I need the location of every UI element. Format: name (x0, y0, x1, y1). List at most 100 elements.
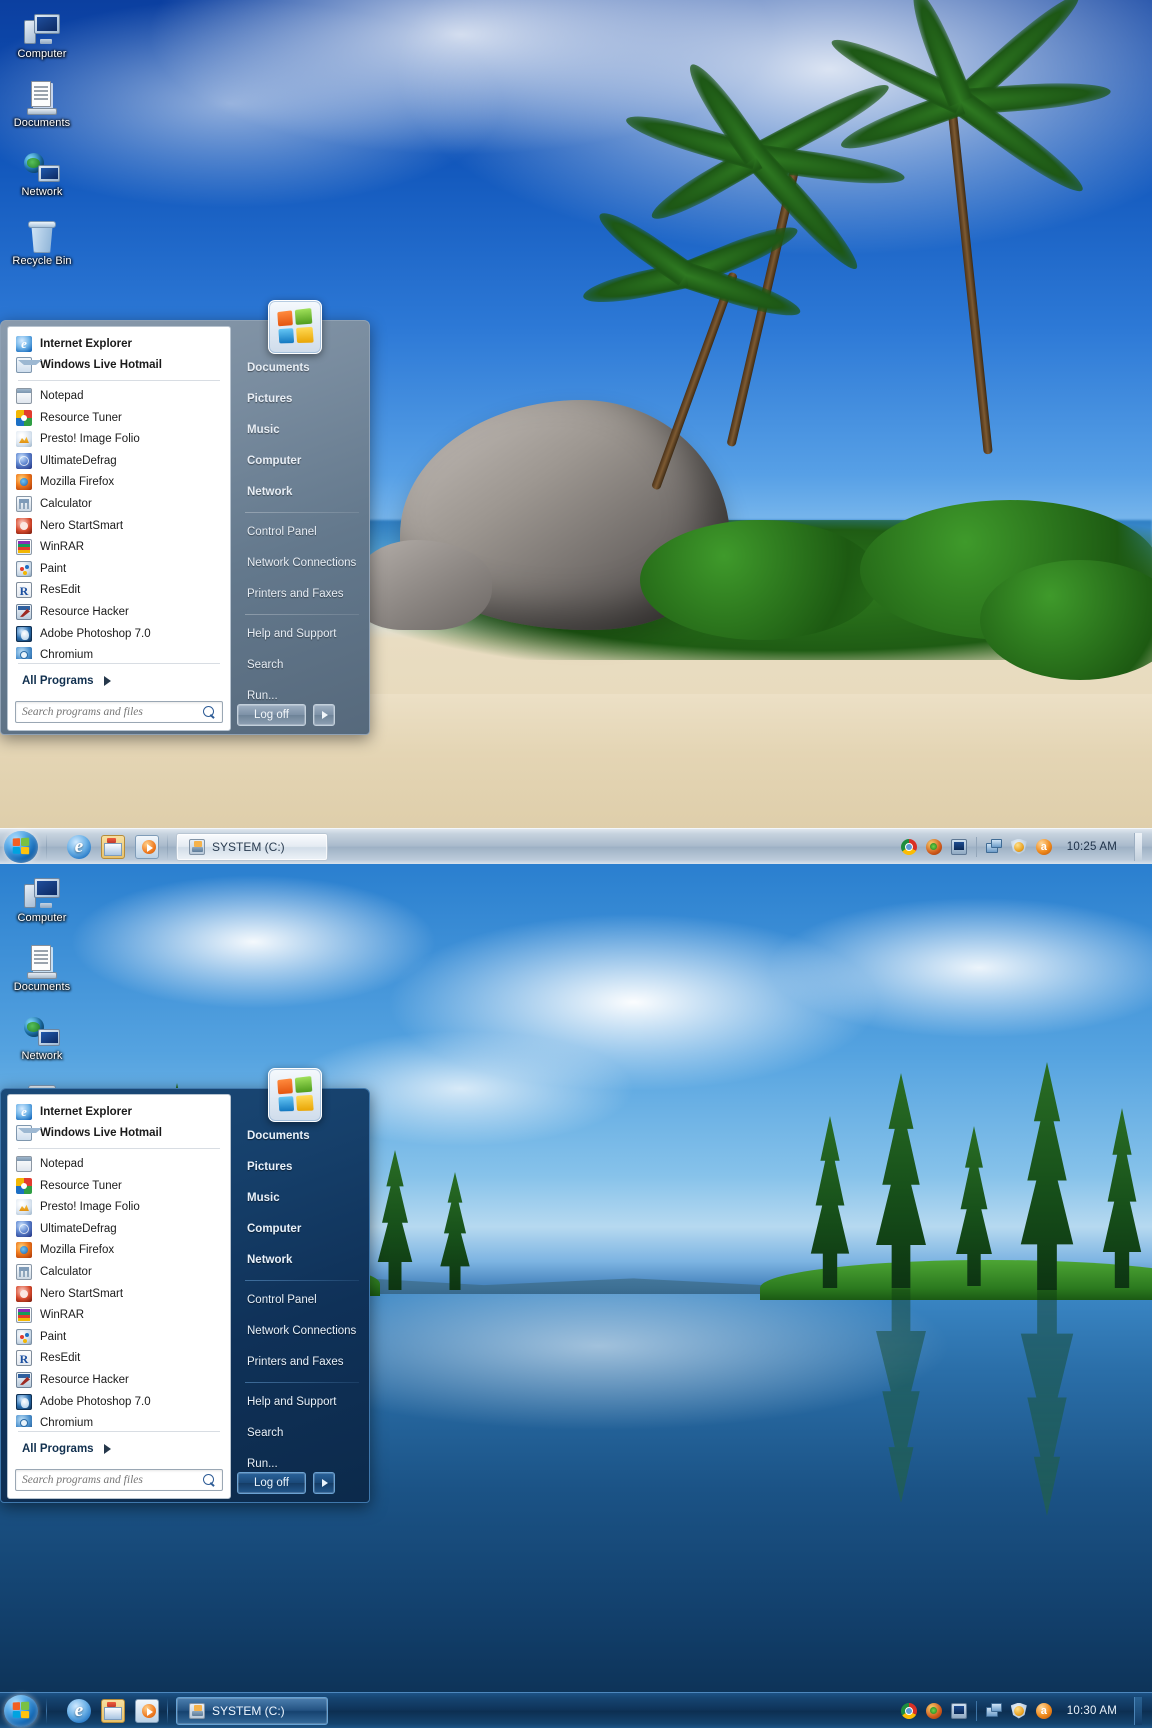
start-item-paint[interactable]: Paint (8, 1326, 230, 1348)
windows-explorer-icon[interactable] (101, 834, 125, 859)
start-item-resource-tuner[interactable]: Resource Tuner (8, 407, 230, 429)
start-item-ultimatedefrag[interactable]: UltimateDefrag (8, 1218, 230, 1240)
start-item-windows-live-hotmail[interactable]: Windows Live Hotmail (8, 1123, 230, 1145)
chrome-tray-icon[interactable] (900, 1702, 917, 1719)
start-item-mozilla-firefox[interactable]: Mozilla Firefox (8, 1240, 230, 1262)
right-link-documents[interactable]: Documents (237, 353, 365, 384)
start-item-mozilla-firefox[interactable]: Mozilla Firefox (8, 472, 230, 494)
show-desktop-button[interactable] (1134, 1696, 1142, 1725)
start-menu-footer: Log off (237, 704, 335, 726)
windows-logo-icon (277, 1075, 315, 1113)
right-link-music[interactable]: Music (237, 1183, 365, 1214)
start-item-winrar[interactable]: WinRAR (8, 536, 230, 558)
start-item-calculator[interactable]: Calculator (8, 1261, 230, 1283)
start-item-calculator[interactable]: Calculator (8, 493, 230, 515)
taskbar-window-button[interactable]: SYSTEM (C:) (176, 832, 328, 861)
start-item-chromium[interactable]: Chromium (8, 644, 230, 659)
log-off-button[interactable]: Log off (237, 1472, 306, 1494)
right-link-network[interactable]: Network (237, 477, 365, 508)
windows-media-player-icon[interactable] (135, 1698, 159, 1723)
start-item-internet-explorer[interactable]: Internet Explorer (8, 1101, 230, 1123)
start-item-resource-hacker[interactable]: Resource Hacker (8, 1369, 230, 1391)
right-link-control-panel[interactable]: Control Panel (237, 1285, 365, 1316)
paint-icon (16, 1328, 32, 1345)
right-link-music[interactable]: Music (237, 415, 365, 446)
start-item-nero-startsmart[interactable]: Nero StartSmart (8, 515, 230, 537)
right-link-network-connections[interactable]: Network Connections (237, 548, 365, 579)
start-item-winrar[interactable]: WinRAR (8, 1304, 230, 1326)
chrome-tray-icon[interactable] (900, 838, 917, 855)
start-item-presto-image-folio[interactable]: Presto! Image Folio (8, 428, 230, 450)
start-item-ultimatedefrag[interactable]: UltimateDefrag (8, 450, 230, 472)
search-input[interactable] (22, 1474, 203, 1487)
colour-tray-icon[interactable] (925, 838, 942, 855)
right-link-control-panel[interactable]: Control Panel (237, 517, 365, 548)
right-link-help-and-support[interactable]: Help and Support (237, 1387, 365, 1418)
desktop-icon-documents[interactable]: Documents (4, 937, 80, 1005)
log-off-button[interactable]: Log off (237, 704, 306, 726)
start-item-nero-startsmart[interactable]: Nero StartSmart (8, 1283, 230, 1305)
taskbar-window-button[interactable]: SYSTEM (C:) (176, 1696, 328, 1725)
start-item-chromium[interactable]: Chromium (8, 1412, 230, 1427)
network-tray-icon[interactable] (985, 838, 1002, 855)
antivirus-tray-icon[interactable] (1035, 1702, 1052, 1719)
start-menu-orb[interactable] (268, 1068, 322, 1122)
right-link-search[interactable]: Search (237, 1418, 365, 1449)
screen-top: Computer Documents Network Recycle Bin e… (0, 0, 1152, 864)
start-item-resource-tuner[interactable]: Resource Tuner (8, 1175, 230, 1197)
security-shield-tray-icon[interactable] (1010, 1702, 1027, 1719)
show-desktop-button[interactable] (1134, 832, 1142, 861)
shutdown-options-button[interactable] (312, 1472, 335, 1494)
right-link-search[interactable]: Search (237, 650, 365, 681)
network-tray-icon[interactable] (985, 1702, 1002, 1719)
start-menu-orb[interactable] (268, 300, 322, 354)
desktop-icon-network[interactable]: Network (4, 1006, 80, 1074)
right-link-help-and-support[interactable]: Help and Support (237, 619, 365, 650)
start-item-windows-live-hotmail[interactable]: Windows Live Hotmail (8, 355, 230, 377)
right-link-network[interactable]: Network (237, 1245, 365, 1276)
all-programs-button[interactable]: All Programs (8, 668, 230, 695)
windows-explorer-icon[interactable] (101, 1698, 125, 1723)
taskbar-clock[interactable]: 10:25 AM (1067, 841, 1117, 853)
start-item-paint[interactable]: Paint (8, 558, 230, 580)
colour-tray-icon[interactable] (925, 1702, 942, 1719)
right-link-printers-and-faxes[interactable]: Printers and Faxes (237, 1347, 365, 1378)
desktop-icon-recycle-bin[interactable]: Recycle Bin (4, 211, 80, 279)
right-link-computer[interactable]: Computer (237, 1214, 365, 1245)
taskbar-clock[interactable]: 10:30 AM (1067, 1705, 1117, 1717)
all-programs-button[interactable]: All Programs (8, 1436, 230, 1463)
start-item-resource-hacker[interactable]: Resource Hacker (8, 601, 230, 623)
documents-icon (4, 937, 80, 979)
start-button-top[interactable] (4, 830, 38, 863)
start-button-bottom[interactable] (4, 1694, 38, 1727)
start-item-adobe-photoshop[interactable]: Adobe Photoshop 7.0 (8, 1391, 230, 1413)
desktop-icon-computer[interactable]: Computer (4, 4, 80, 72)
internet-explorer-icon[interactable] (67, 834, 91, 859)
display-tray-icon[interactable] (950, 1702, 967, 1719)
right-link-printers-and-faxes[interactable]: Printers and Faxes (237, 579, 365, 610)
search-input[interactable] (22, 706, 203, 719)
start-item-notepad[interactable]: Notepad (8, 385, 230, 407)
windows-media-player-icon[interactable] (135, 834, 159, 859)
display-tray-icon[interactable] (950, 838, 967, 855)
start-item-presto-image-folio[interactable]: Presto! Image Folio (8, 1196, 230, 1218)
desktop-icon-computer[interactable]: Computer (4, 868, 80, 936)
right-link-computer[interactable]: Computer (237, 446, 365, 477)
desktop-icon-documents[interactable]: Documents (4, 73, 80, 141)
start-item-resedit[interactable]: ResEdit (8, 1348, 230, 1370)
start-item-resedit[interactable]: ResEdit (8, 580, 230, 602)
start-item-internet-explorer[interactable]: Internet Explorer (8, 333, 230, 355)
antivirus-tray-icon[interactable] (1035, 838, 1052, 855)
shutdown-options-button[interactable] (312, 704, 335, 726)
desktop-icon-network[interactable]: Network (4, 142, 80, 210)
start-item-adobe-photoshop[interactable]: Adobe Photoshop 7.0 (8, 623, 230, 645)
right-link-network-connections[interactable]: Network Connections (237, 1316, 365, 1347)
security-shield-tray-icon[interactable] (1010, 838, 1027, 855)
right-link-documents[interactable]: Documents (237, 1121, 365, 1152)
search-box[interactable] (15, 701, 223, 724)
internet-explorer-icon[interactable] (67, 1698, 91, 1723)
start-item-notepad[interactable]: Notepad (8, 1153, 230, 1175)
right-link-pictures[interactable]: Pictures (237, 384, 365, 415)
search-box[interactable] (15, 1469, 223, 1492)
right-link-pictures[interactable]: Pictures (237, 1152, 365, 1183)
